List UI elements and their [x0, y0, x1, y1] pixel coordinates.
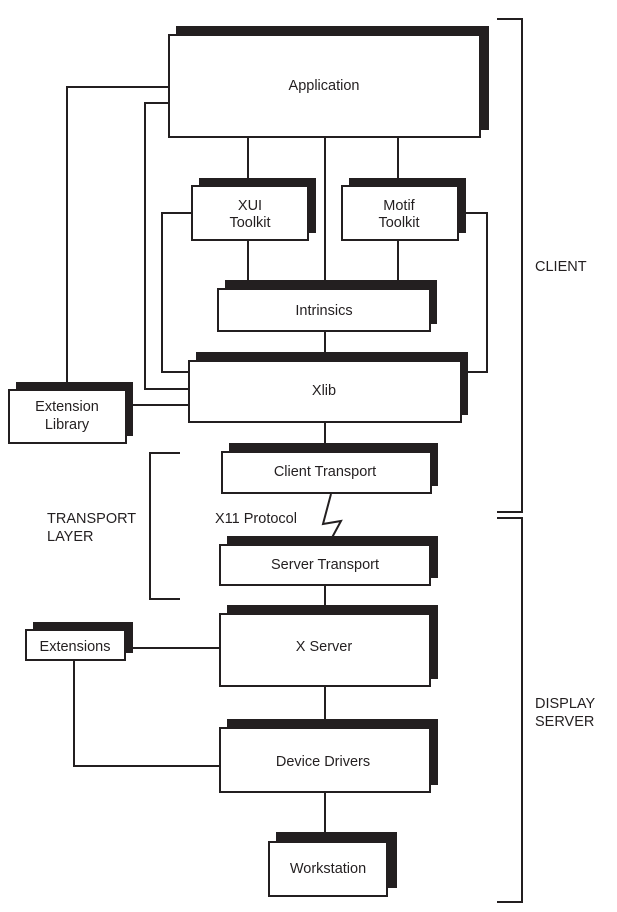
transport-layer-label-line1: TRANSPORT [47, 511, 136, 527]
box-label: Application [289, 78, 360, 94]
box-client-transport: Client Transport [221, 443, 438, 494]
box-motif-toolkit: Motif Toolkit [341, 178, 466, 241]
box-workstation: Workstation [268, 832, 397, 897]
box-extension-library: Extension Library [8, 382, 133, 444]
box-application: Application [168, 26, 489, 138]
box-device-drivers: Device Drivers [219, 719, 438, 793]
box-label: Intrinsics [295, 303, 352, 319]
transport-layer-label-line2: LAYER [47, 529, 93, 545]
box-label: Device Drivers [276, 754, 370, 770]
client-label: CLIENT [535, 259, 587, 275]
box-label: Extensions [40, 639, 111, 655]
box-label: Workstation [290, 861, 366, 877]
box-xui-toolkit: XUI Toolkit [191, 178, 316, 241]
box-label: Toolkit [378, 215, 419, 231]
display-server-bracket [497, 517, 523, 903]
client-bracket [497, 18, 523, 513]
box-label: Extension [35, 399, 99, 415]
box-extensions: Extensions [25, 622, 133, 661]
box-label: Client Transport [274, 464, 376, 480]
box-label: X Server [296, 639, 353, 655]
display-server-label-line1: DISPLAY [535, 696, 596, 712]
box-server-transport: Server Transport [219, 536, 438, 586]
box-label: Library [45, 417, 90, 433]
box-xlib: Xlib [188, 352, 468, 423]
box-label: Motif [383, 198, 415, 214]
box-intrinsics: Intrinsics [217, 280, 437, 332]
box-label: XUI [238, 198, 262, 214]
protocol-label: X11 Protocol [215, 511, 297, 527]
box-label: Xlib [312, 383, 336, 399]
x-window-architecture-diagram: Application XUI Toolkit Motif Toolkit In… [8, 18, 596, 903]
box-x-server: X Server [219, 605, 438, 687]
box-label: Toolkit [229, 215, 270, 231]
transport-bracket [149, 452, 180, 600]
display-server-label-line2: SERVER [535, 714, 594, 730]
box-label: Server Transport [271, 557, 379, 573]
